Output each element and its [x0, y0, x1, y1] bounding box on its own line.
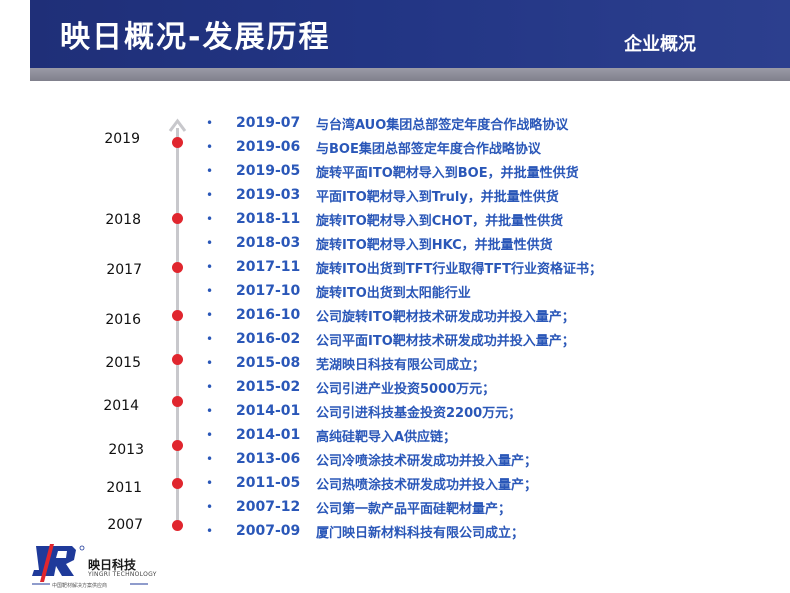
timeline-entry: • 2018-11 旋转ITO靶材导入到CHOT，并批量性供货 [204, 209, 563, 229]
timeline-dot [172, 137, 183, 148]
entry-date: 2011-05 [236, 475, 301, 491]
year-label: 2019 [104, 131, 140, 147]
year-label: 2007 [107, 517, 143, 533]
entry-description: 厦门映日新材料科技有限公司成立； [316, 525, 525, 541]
entry-description: 高纯硅靶导入A供应链； [316, 429, 457, 445]
timeline-entry: • 2014-01 高纯硅靶导入A供应链； [204, 425, 456, 445]
logo-slogan: 中国靶材解决方案供应商 [52, 583, 108, 589]
timeline-dot [172, 478, 183, 489]
entry-date: 2015-08 [236, 355, 301, 371]
timeline-entry: • 2018-03 旋转ITO靶材导入到HKC，并批量性供货 [204, 233, 553, 253]
bullet-icon: • [206, 308, 214, 322]
timeline-entry: • 2016-10 公司旋转ITO靶材技术研发成功并投入量产； [204, 305, 575, 325]
entry-date: 2018-03 [236, 235, 301, 251]
bullet-icon: • [206, 260, 214, 274]
entry-description: 旋转ITO靶材导入到CHOT，并批量性供货 [316, 213, 564, 229]
entry-description: 芜湖映日科技有限公司成立； [316, 357, 486, 373]
page-title: 映日概况-发展历程 [60, 20, 331, 55]
entry-date: 2016-10 [236, 307, 301, 323]
entry-date: 2007-09 [236, 523, 301, 539]
section-label: 企业概况 [624, 34, 696, 55]
timeline-entry: • 2007-09 厦门映日新材料科技有限公司成立； [204, 521, 524, 541]
timeline-dot [172, 213, 183, 224]
entry-description: 旋转ITO出货到TFT行业取得TFT行业资格证书； [316, 261, 602, 277]
entry-description: 旋转平面ITO靶材导入到BOE，并批量性供货 [316, 165, 579, 181]
entry-description: 与台湾AUO集团总部签定年度合作战略协议 [316, 117, 569, 133]
entry-description: 与BOE集团总部签定年度合作战略协议 [316, 141, 541, 157]
timeline-entry: • 2019-05 旋转平面ITO靶材导入到BOE，并批量性供货 [204, 161, 579, 181]
timeline-entry: • 2015-08 芜湖映日科技有限公司成立； [204, 353, 485, 373]
timeline-entry: • 2007-12 公司第一款产品平面硅靶材量产； [204, 497, 511, 517]
entry-date: 2017-11 [236, 259, 301, 275]
entry-description: 旋转ITO出货到太阳能行业 [316, 285, 471, 301]
timeline-entry: • 2014-01 公司引进科技基金投资2200万元； [204, 401, 521, 421]
arrow-up-icon [168, 118, 187, 132]
timeline-entry: • 2019-06 与BOE集团总部签定年度合作战略协议 [204, 137, 541, 157]
bullet-icon: • [206, 500, 214, 514]
entry-description: 公司第一款产品平面硅靶材量产； [316, 501, 512, 517]
timeline-dot [172, 262, 183, 273]
year-label: 2015 [105, 355, 141, 371]
timeline-axis [176, 128, 179, 528]
entry-date: 2018-11 [236, 211, 301, 227]
bullet-icon: • [206, 380, 214, 394]
bullet-icon: • [206, 356, 214, 370]
timeline-entry: • 2019-03 平面ITO靶材导入到Truly，并批量性供货 [204, 185, 559, 205]
timeline-dot [172, 354, 183, 365]
timeline-dot [172, 520, 183, 531]
entry-date: 2014-01 [236, 403, 301, 419]
entry-description: 公司引进产业投资5000万元； [316, 381, 496, 397]
entry-date: 2013-06 [236, 451, 301, 467]
entry-description: 公司引进科技基金投资2200万元； [316, 405, 522, 421]
timeline-entry: • 2013-06 公司冷喷涂技术研发成功并投入量产； [204, 449, 537, 469]
entry-date: 2019-05 [236, 163, 301, 179]
bullet-icon: • [206, 116, 214, 130]
timeline-entry: • 2015-02 公司引进产业投资5000万元； [204, 377, 495, 397]
entry-description: 公司热喷涂技术研发成功并投入量产； [316, 477, 538, 493]
entry-date: 2017-10 [236, 283, 301, 299]
bullet-icon: • [206, 284, 214, 298]
entry-description: 公司冷喷涂技术研发成功并投入量产； [316, 453, 538, 469]
entry-description: 公司平面ITO靶材技术研发成功并投入量产； [316, 333, 575, 349]
year-label: 2014 [103, 398, 139, 414]
entry-date: 2014-01 [236, 427, 301, 443]
entry-description: 旋转ITO靶材导入到HKC，并批量性供货 [316, 237, 553, 253]
bullet-icon: • [206, 164, 214, 178]
bullet-icon: • [206, 476, 214, 490]
year-label: 2011 [106, 480, 142, 496]
year-label: 2018 [105, 212, 141, 228]
timeline-entry: • 2017-11 旋转ITO出货到TFT行业取得TFT行业资格证书； [204, 257, 602, 277]
year-label: 2013 [108, 442, 144, 458]
bullet-icon: • [206, 452, 214, 466]
entry-description: 平面ITO靶材导入到Truly，并批量性供货 [316, 189, 559, 205]
bullet-icon: • [206, 524, 214, 538]
timeline-entry: • 2016-02 公司平面ITO靶材技术研发成功并投入量产； [204, 329, 575, 349]
entry-date: 2015-02 [236, 379, 301, 395]
year-label: 2017 [106, 262, 142, 278]
bullet-icon: • [206, 332, 214, 346]
entry-date: 2007-12 [236, 499, 301, 515]
entry-description: 公司旋转ITO靶材技术研发成功并投入量产； [316, 309, 575, 325]
entry-date: 2019-06 [236, 139, 301, 155]
year-label: 2016 [105, 312, 141, 328]
entry-date: 2019-07 [236, 115, 301, 131]
entry-date: 2019-03 [236, 187, 301, 203]
timeline-dot [172, 310, 183, 321]
bullet-icon: • [206, 404, 214, 418]
timeline-entry: • 2019-07 与台湾AUO集团总部签定年度合作战略协议 [204, 113, 568, 133]
header-divider [30, 68, 790, 81]
bullet-icon: • [206, 428, 214, 442]
bullet-icon: • [206, 140, 214, 154]
logo-english-name: YINGRI TECHNOLOGY [88, 571, 157, 578]
entry-date: 2016-02 [236, 331, 301, 347]
timeline-dot [172, 396, 183, 407]
bullet-icon: • [206, 236, 214, 250]
timeline-dot [172, 440, 183, 451]
timeline-entry: • 2017-10 旋转ITO出货到太阳能行业 [204, 281, 471, 301]
bullet-icon: • [206, 188, 214, 202]
bullet-icon: • [206, 212, 214, 226]
timeline-entry: • 2011-05 公司热喷涂技术研发成功并投入量产； [204, 473, 537, 493]
